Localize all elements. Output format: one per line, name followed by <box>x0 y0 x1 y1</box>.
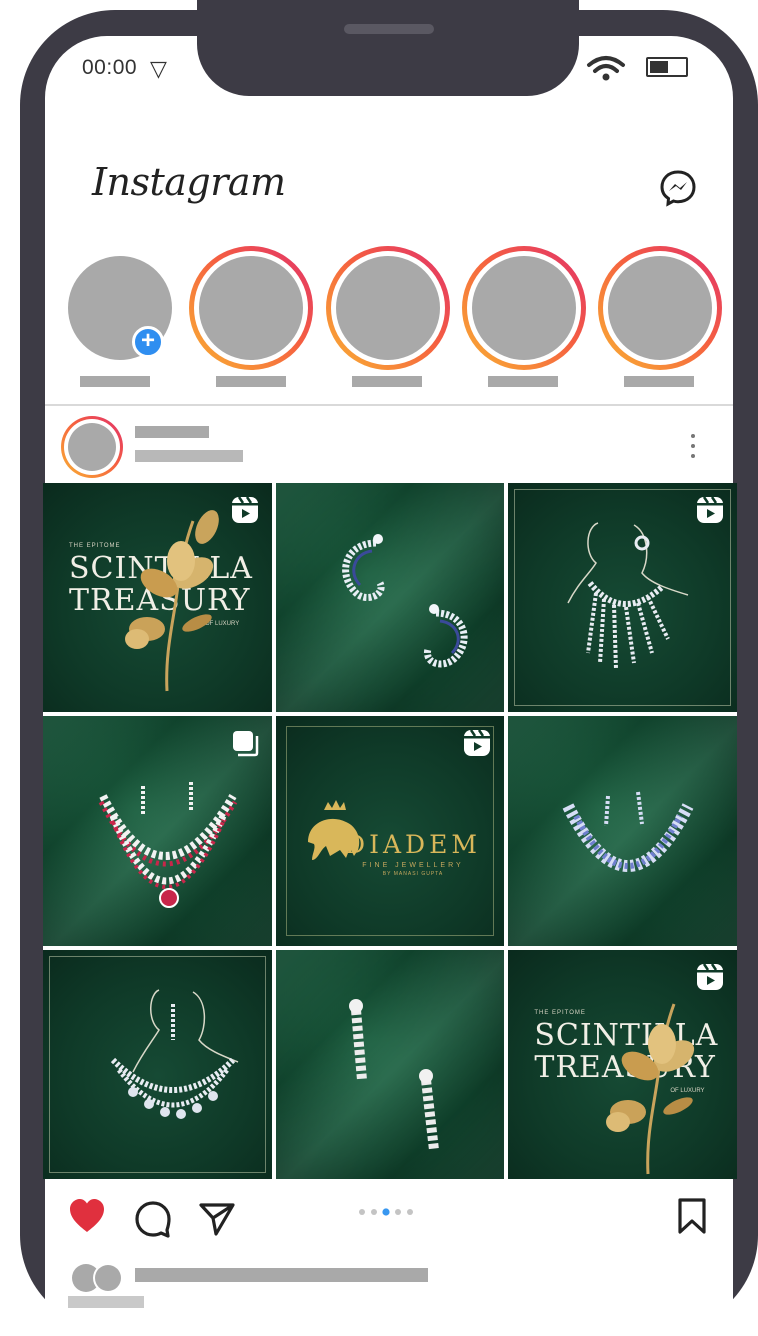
earrings-illustration <box>341 534 468 668</box>
post-image-grid[interactable]: THE EPITOME SCINTILLA TREASURY OF LUXURY <box>43 483 737 1179</box>
ruby-necklace-illustration <box>98 782 238 909</box>
story-name-placeholder <box>216 376 286 387</box>
brand-byline: BY MANASI GUPTA <box>382 871 444 878</box>
reel-icon <box>231 496 258 523</box>
grid-tile-sapphire-necklace[interactable] <box>508 716 737 946</box>
grid-tile-earrings[interactable] <box>275 483 505 713</box>
story-item[interactable] <box>462 246 586 370</box>
grid-tile-scintilla-2[interactable]: THE EPITOME SCINTILLA TREASURY OF LUXURY <box>508 949 737 1179</box>
divider <box>45 404 733 406</box>
tile-subtitle: THE EPITOME <box>534 1009 586 1016</box>
comment-icon[interactable] <box>134 1200 172 1238</box>
drop-earrings-illustration <box>348 998 439 1151</box>
post-location-placeholder <box>135 450 243 462</box>
reel-icon <box>697 962 723 990</box>
grid-tile-ruby-necklace[interactable] <box>43 716 272 946</box>
status-time: 00:00 <box>82 56 138 79</box>
avatar <box>336 256 440 360</box>
avatar <box>472 256 576 360</box>
wifi-icon <box>587 56 625 81</box>
messenger-icon[interactable] <box>658 168 698 208</box>
reel-icon <box>464 729 491 757</box>
brand-name: DIADEM <box>345 830 481 860</box>
gold-flower-illustration <box>125 510 219 692</box>
gold-flower-illustration <box>606 1003 695 1174</box>
liked-by-avatars <box>72 1263 123 1293</box>
necklace-sketch-illustration <box>567 522 689 670</box>
post-author-avatar[interactable] <box>61 416 123 478</box>
avatar <box>608 256 712 360</box>
sapphire-necklace-illustration <box>562 792 694 873</box>
brand-subtitle-line: FINE JEWELLERY <box>362 862 464 870</box>
drop-necklace-illustration <box>110 988 239 1119</box>
story-name-placeholder <box>488 376 558 387</box>
grid-tile-drop-necklace[interactable] <box>43 949 272 1179</box>
like-heart-icon[interactable] <box>68 1198 106 1234</box>
post-username-placeholder[interactable] <box>135 426 209 438</box>
grid-tile-scintilla[interactable]: THE EPITOME SCINTILLA TREASURY OF LUXURY <box>43 483 272 713</box>
story-item[interactable] <box>598 246 722 370</box>
story-item[interactable] <box>189 246 313 370</box>
more-options-icon[interactable] <box>688 432 698 462</box>
battery-icon <box>646 57 688 77</box>
reel-icon <box>697 496 723 523</box>
brand-subtitle: FINE JEWELLERY BY MANASI GUPTA <box>276 862 505 877</box>
grid-tile-drop-earrings[interactable] <box>275 949 505 1179</box>
story-name-placeholder <box>624 376 694 387</box>
story-name-placeholder <box>352 376 422 387</box>
notch <box>197 0 579 96</box>
carousel-indicator <box>359 1208 413 1216</box>
share-send-icon[interactable] <box>198 1200 236 1238</box>
carousel-icon <box>232 731 258 757</box>
avatar <box>199 256 303 360</box>
grid-tile-necklace-sketch[interactable] <box>508 483 737 713</box>
add-story-button[interactable]: + <box>132 326 164 358</box>
story-own[interactable] <box>58 246 182 370</box>
story-name-placeholder <box>80 376 150 387</box>
story-item[interactable] <box>326 246 450 370</box>
signal-icon: ▽ <box>150 56 167 81</box>
instagram-logo[interactable]: Instagram <box>92 160 286 204</box>
caption-text-placeholder <box>68 1296 144 1308</box>
grid-tile-diadem[interactable]: DIADEM FINE JEWELLERY BY MANASI GUPTA <box>275 716 505 946</box>
likes-text-placeholder <box>135 1268 428 1282</box>
bookmark-icon[interactable] <box>676 1197 708 1235</box>
speaker <box>344 24 434 34</box>
